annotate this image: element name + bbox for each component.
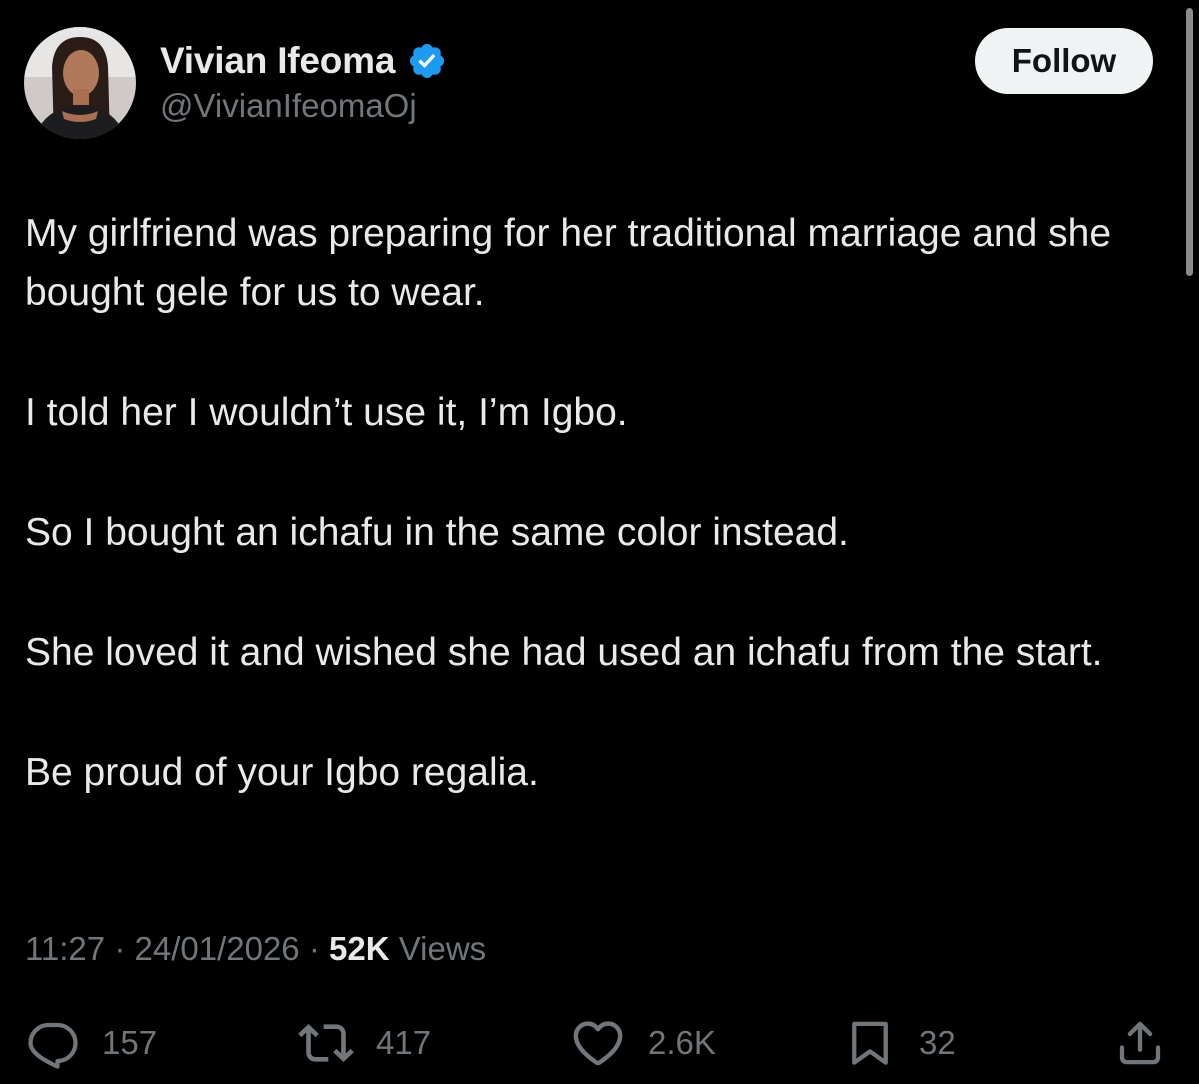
- avatar[interactable]: [24, 27, 136, 139]
- author-name-row: Vivian Ifeoma: [160, 38, 447, 84]
- bookmark-count: 32: [919, 1024, 956, 1061]
- tweet-date[interactable]: 24/01/2026: [134, 930, 299, 967]
- meta-separator: ·: [308, 930, 320, 967]
- meta-separator: ·: [114, 930, 126, 967]
- like-button[interactable]: 2.6K: [570, 1013, 716, 1073]
- share-icon: [1119, 1021, 1161, 1065]
- like-count: 2.6K: [648, 1024, 716, 1061]
- tweet-paragraph: I told her I wouldn’t use it, I’m Igbo.: [25, 391, 628, 434]
- tweet-time[interactable]: 11:27: [25, 930, 105, 967]
- reply-count: 157: [102, 1024, 158, 1061]
- share-button[interactable]: [1113, 1013, 1167, 1073]
- tweet-paragraph: She loved it and wished she had used an …: [25, 631, 1103, 674]
- bookmark-icon: [852, 1021, 888, 1065]
- avatar-image: [24, 27, 136, 139]
- bookmark-button[interactable]: 32: [843, 1013, 956, 1073]
- repost-button[interactable]: 417: [298, 1013, 431, 1073]
- follow-button[interactable]: Follow: [975, 28, 1153, 94]
- action-bar: 157 417 2.6K 32: [0, 1013, 1199, 1073]
- reply-button[interactable]: 157: [26, 1013, 157, 1073]
- tweet-meta: 11:27 · 24/01/2026 · 52K Views: [25, 930, 486, 968]
- heart-icon: [573, 1021, 623, 1066]
- tweet-paragraph: So I bought an ichafu in the same color …: [25, 511, 849, 554]
- verified-badge-icon: [407, 41, 447, 81]
- author-handle[interactable]: @VivianIfeomaOj: [160, 87, 417, 125]
- views-label: Views: [398, 930, 487, 967]
- scrollbar[interactable]: [1186, 8, 1193, 276]
- tweet-paragraph: Be proud of your Igbo regalia.: [25, 751, 539, 794]
- repost-icon: [298, 1024, 354, 1062]
- tweet: Vivian Ifeoma @VivianIfeomaOj Follow My …: [0, 0, 1199, 1084]
- author-display-name[interactable]: Vivian Ifeoma: [160, 40, 395, 82]
- views-count: 52K: [329, 930, 390, 967]
- tweet-text: My girlfriend was preparing for her trad…: [25, 204, 1175, 863]
- tweet-paragraph: My girlfriend was preparing for her trad…: [25, 212, 1112, 314]
- repost-count: 417: [376, 1024, 432, 1061]
- reply-icon: [28, 1022, 78, 1069]
